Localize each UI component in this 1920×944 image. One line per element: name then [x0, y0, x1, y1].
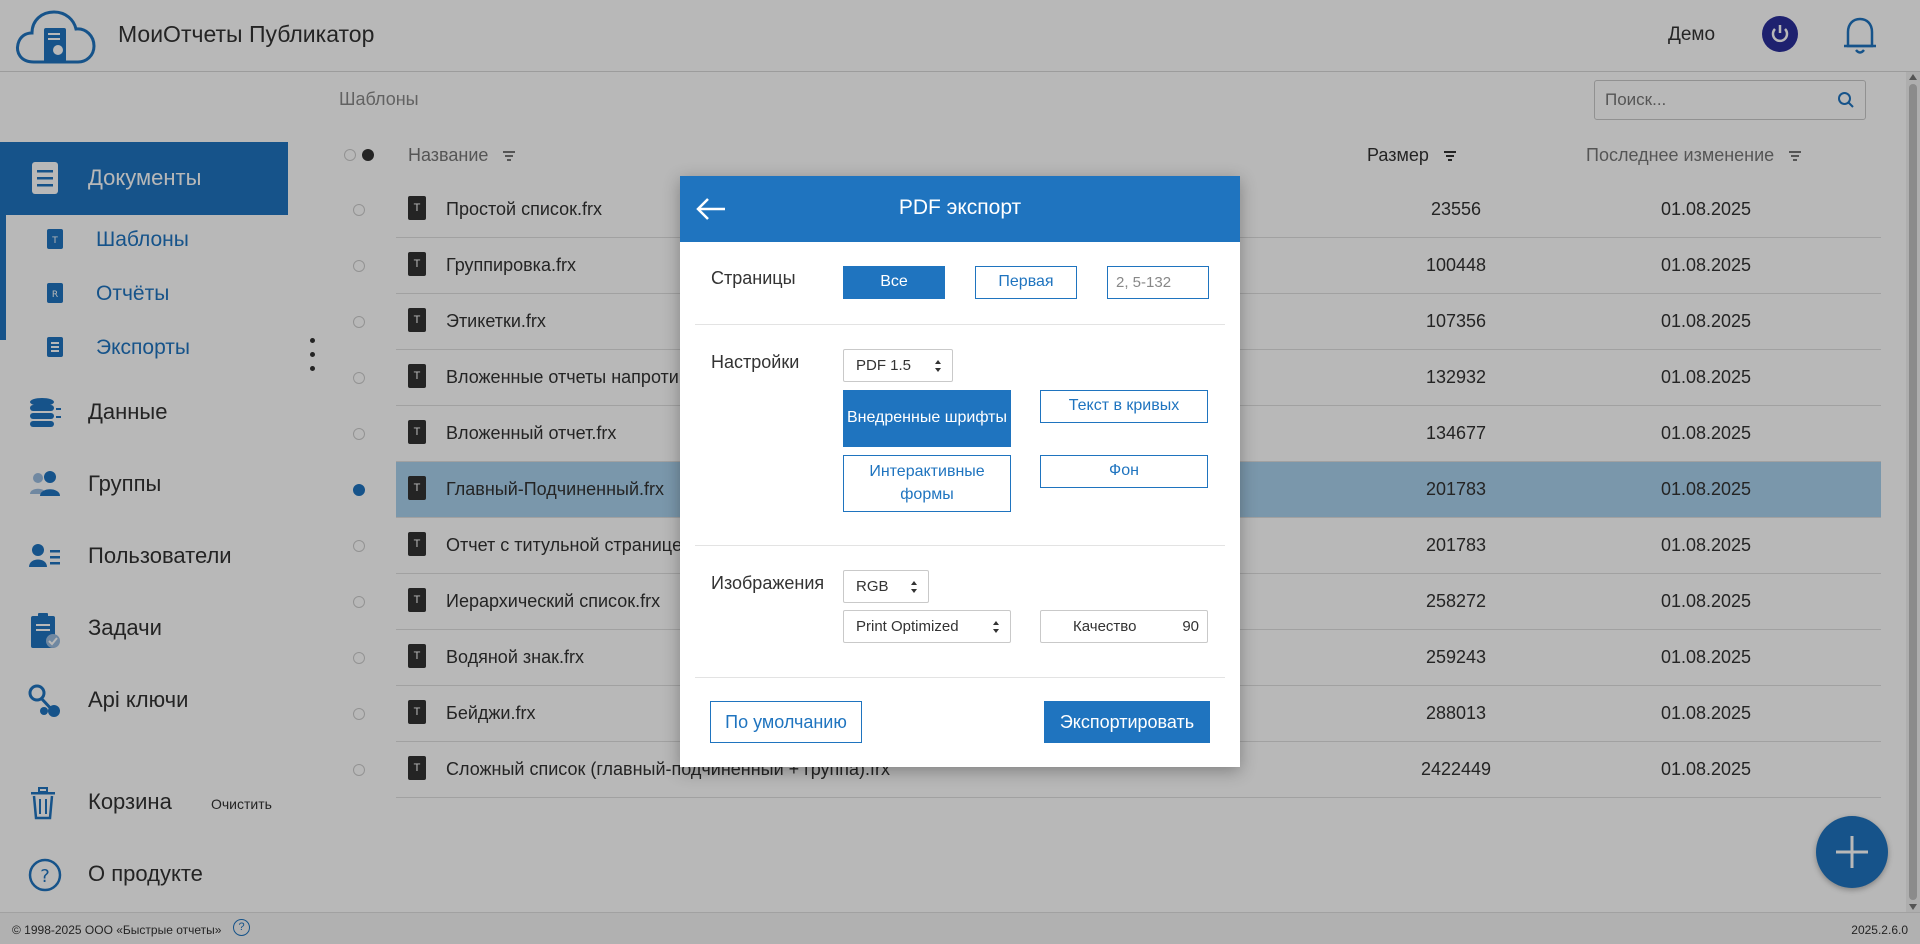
color-space-select[interactable]: RGB [843, 570, 929, 603]
pages-first-button[interactable]: Первая [975, 266, 1077, 299]
pages-all-button[interactable]: Все [843, 266, 945, 299]
pdf-export-dialog: PDF экспорт Страницы Все Первая Настройк… [680, 176, 1240, 767]
background-button[interactable]: Фон [1040, 455, 1208, 488]
export-button[interactable]: Экспортировать [1044, 701, 1210, 743]
select-arrows-icon [911, 581, 917, 593]
pages-range-input[interactable] [1107, 266, 1209, 299]
divider [695, 677, 1225, 678]
select-arrows-icon [993, 621, 999, 633]
pages-label: Страницы [711, 268, 796, 288]
interactive-forms-button[interactable]: Интерактивные формы [843, 455, 1011, 512]
divider [695, 324, 1225, 325]
quality-field[interactable]: Качество 90 [1040, 610, 1208, 643]
quality-label: Качество [1073, 618, 1137, 635]
divider [695, 545, 1225, 546]
dialog-title: PDF экспорт [898, 196, 1022, 219]
embedded-fonts-button[interactable]: Внедренные шрифты [843, 390, 1011, 447]
select-value: PDF 1.5 [856, 357, 912, 374]
optimization-select[interactable]: Print Optimized [843, 610, 1011, 643]
dialog-header: PDF экспорт [680, 176, 1240, 242]
default-button[interactable]: По умолчанию [710, 701, 862, 743]
select-value: RGB [856, 578, 889, 595]
settings-label: Настройки [711, 352, 800, 372]
select-value: Print Optimized [856, 618, 959, 635]
images-label: Изображения [711, 573, 825, 593]
text-curves-button[interactable]: Текст в кривых [1040, 390, 1208, 423]
select-arrows-icon [935, 360, 941, 372]
pdf-version-select[interactable]: PDF 1.5 [843, 349, 953, 382]
quality-value[interactable]: 90 [1182, 618, 1199, 635]
